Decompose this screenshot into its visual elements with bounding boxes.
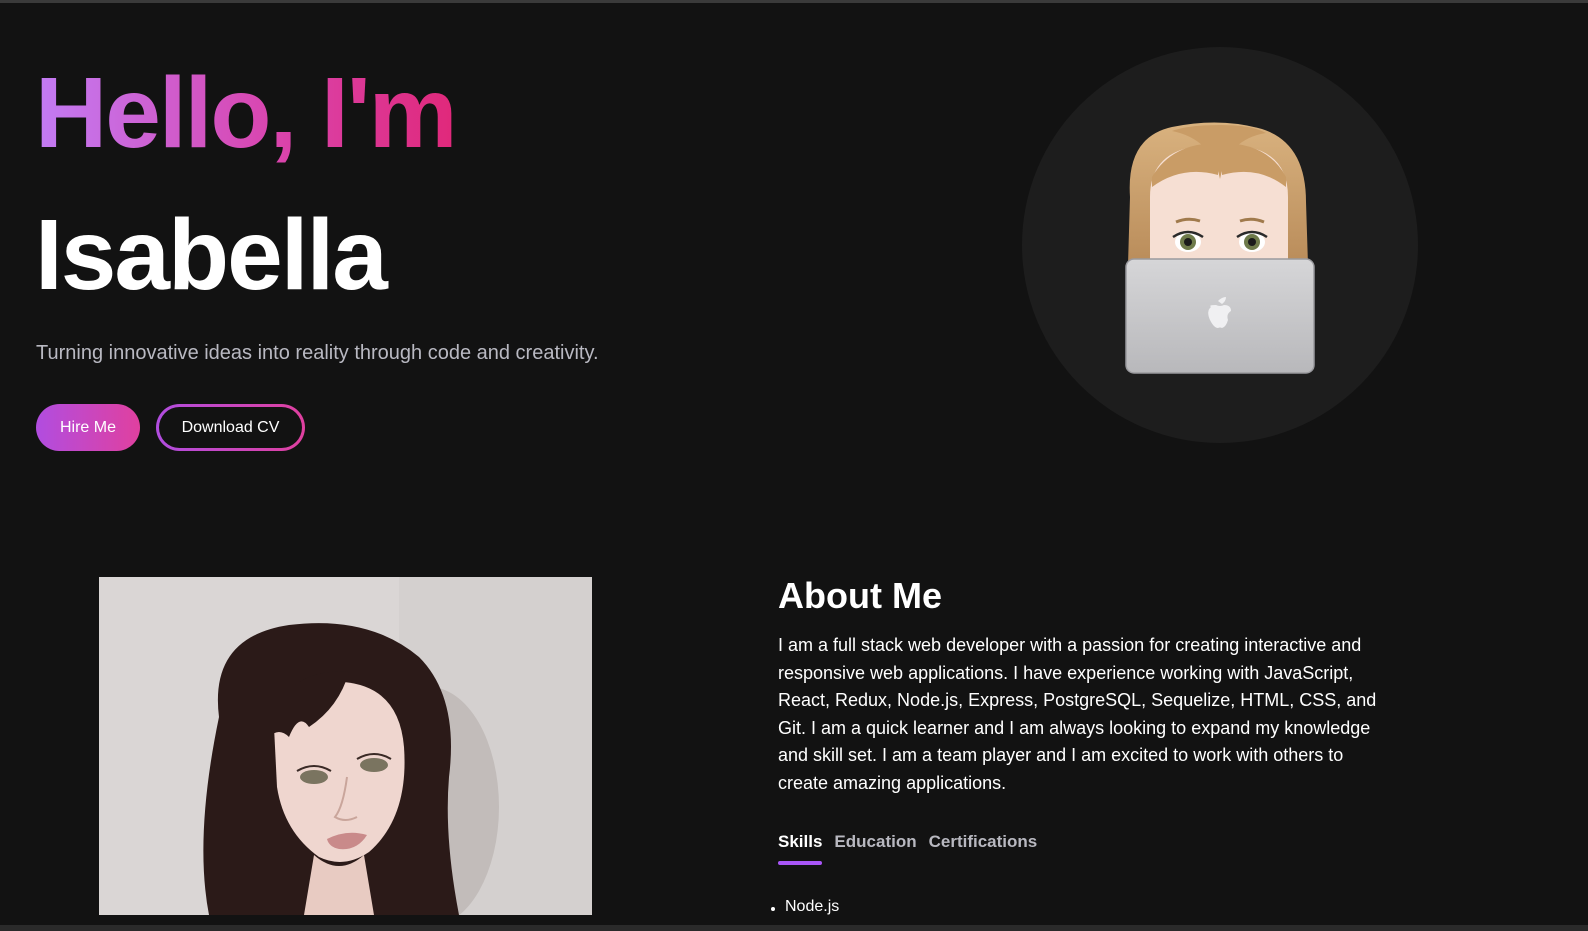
portrait-image bbox=[99, 577, 592, 915]
hero-tagline: Turning innovative ideas into reality th… bbox=[36, 342, 599, 364]
memoji-laptop-icon bbox=[1125, 122, 1315, 374]
hire-me-button[interactable]: Hire Me bbox=[36, 404, 140, 451]
download-cv-button[interactable]: Download CV bbox=[156, 404, 305, 451]
tab-certifications[interactable]: Certifications bbox=[929, 832, 1038, 868]
tab-skills[interactable]: Skills bbox=[778, 832, 823, 868]
hero-greeting: Hello, I'm bbox=[35, 57, 458, 169]
window-top-border bbox=[0, 0, 1588, 3]
avatar-circle bbox=[1022, 47, 1418, 443]
about-text: I am a full stack web developer with a p… bbox=[778, 635, 1377, 793]
download-cv-label: Download CV bbox=[159, 407, 302, 448]
skills-list: Node.js bbox=[770, 898, 840, 916]
profile-photo bbox=[99, 577, 592, 915]
hero-name: Isabella bbox=[35, 199, 388, 311]
window-bottom-border bbox=[0, 925, 1588, 931]
about-title: About Me bbox=[778, 575, 942, 616]
about-tabs: Skills Education Certifications bbox=[778, 832, 1037, 868]
list-item: Node.js bbox=[770, 898, 840, 915]
tab-education[interactable]: Education bbox=[834, 832, 916, 868]
